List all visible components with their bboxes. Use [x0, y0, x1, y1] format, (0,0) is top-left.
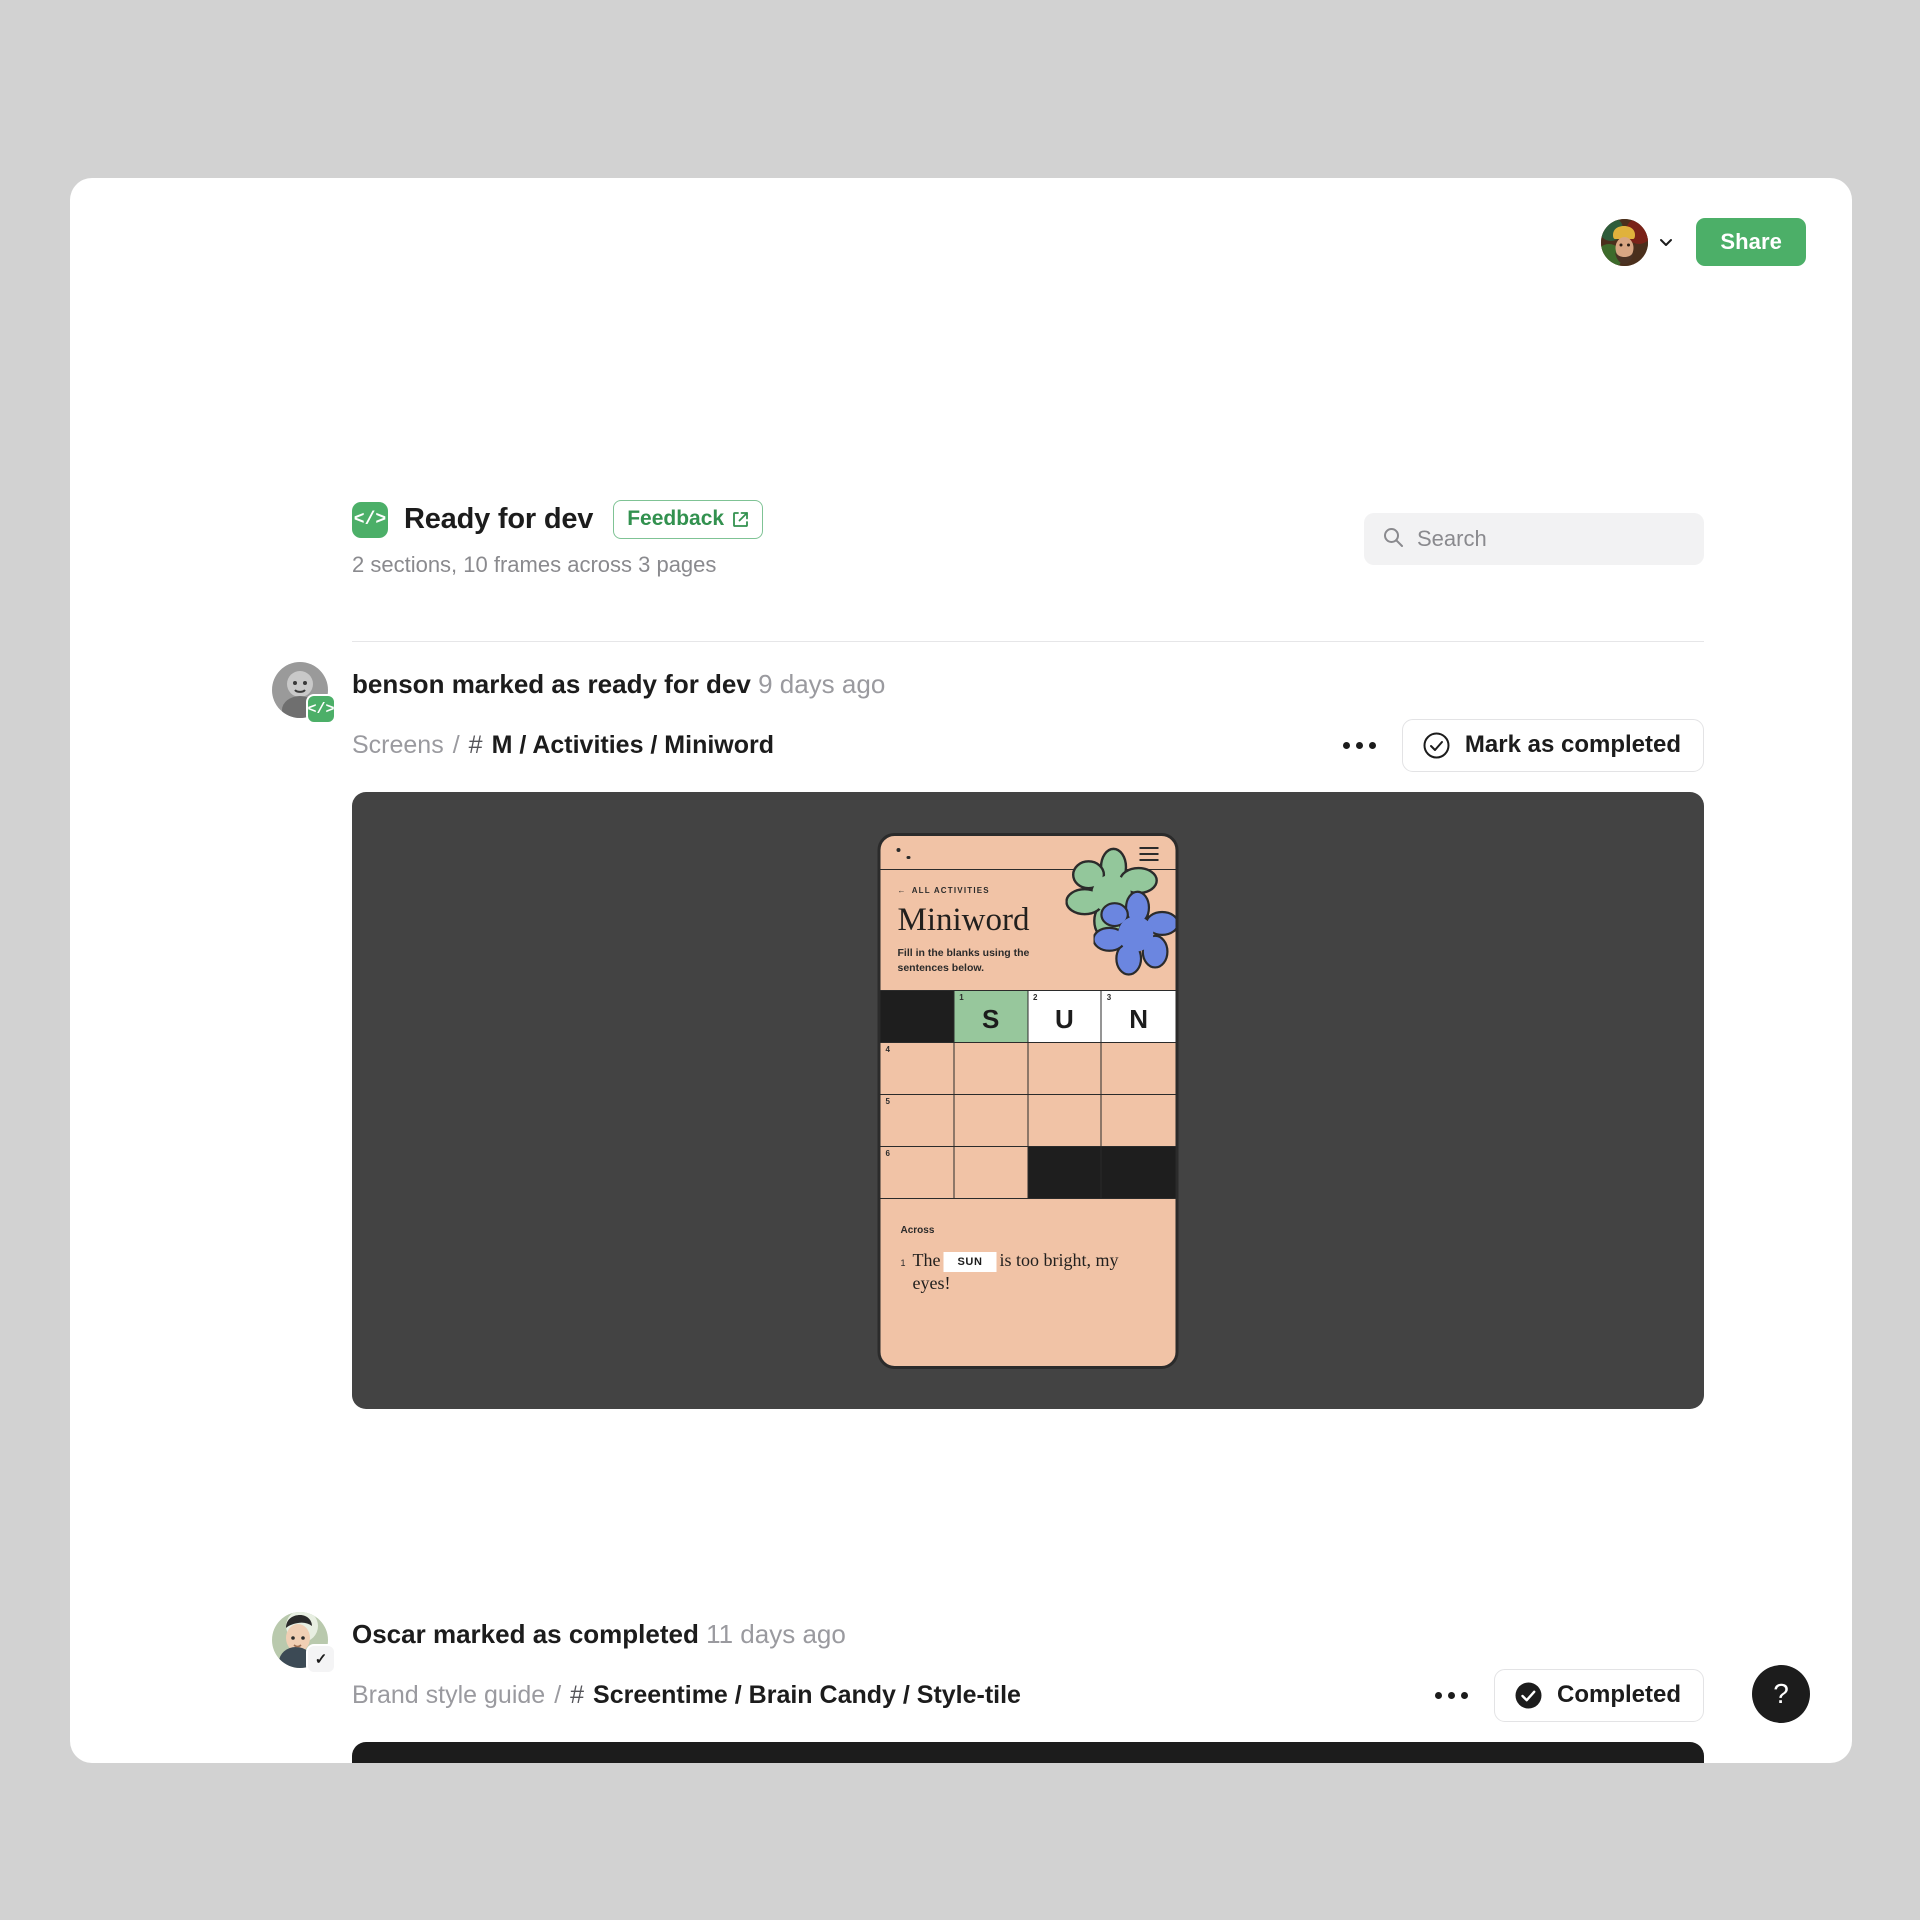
- more-options-button[interactable]: [1429, 1682, 1474, 1709]
- help-button[interactable]: ?: [1752, 1665, 1810, 1723]
- frame-hash-icon: #: [468, 730, 483, 759]
- clue-number: 1: [900, 1258, 906, 1269]
- breadcrumb-path: Screentime / Brain Candy / Style-tile: [593, 1680, 1021, 1709]
- breadcrumb-path: M / Activities / Miniword: [491, 730, 775, 759]
- activity-item: ✓ Oscar marked as completed 11 days ago …: [272, 1612, 1704, 1763]
- crossword-cell-number: 6: [885, 1149, 890, 1159]
- crossword-cell-number: 4: [885, 1045, 890, 1055]
- activity-timestamp: 11 days ago: [706, 1619, 846, 1649]
- activity-actor: Oscar: [352, 1619, 426, 1649]
- status-button-label: Mark as completed: [1464, 731, 1681, 759]
- frame-preview-style-tile[interactable]: B FOR KIDS Doodleville: [352, 1741, 1704, 1763]
- frame-hash-icon: #: [570, 1680, 585, 1709]
- phone-mockup: ← ALL ACTIVITIES Miniword Fill in the bl…: [877, 832, 1179, 1369]
- page-subtitle: 2 sections, 10 frames across 3 pages: [352, 552, 717, 577]
- app-window: Share </> Ready for dev Feedback 2 secti…: [70, 178, 1852, 1763]
- status-dot: [896, 847, 901, 852]
- check-circle-filled-icon: [1514, 1681, 1543, 1710]
- share-button[interactable]: Share: [1696, 218, 1806, 266]
- avatar: [1601, 218, 1649, 266]
- account-menu-button[interactable]: [1601, 218, 1674, 266]
- activity-actor: benson: [352, 669, 445, 699]
- phone-hero: ← ALL ACTIVITIES Miniword Fill in the bl…: [881, 847, 1176, 990]
- crossword-cell: [1101, 1147, 1176, 1200]
- completed-badge-icon: ✓: [306, 1644, 336, 1674]
- breadcrumb[interactable]: Screens / # M / Activities / Miniword: [352, 731, 774, 760]
- feedback-label: Feedback: [627, 507, 725, 530]
- clue-text-before: The: [912, 1250, 941, 1271]
- more-options-button[interactable]: [1337, 732, 1382, 759]
- search-box[interactable]: [1364, 513, 1704, 565]
- crossword-cell[interactable]: 1S: [954, 991, 1028, 1044]
- clues-section: Across 1 The SUN is too bright, my eyes!: [881, 1199, 1176, 1366]
- ready-for-dev-icon: </>: [352, 501, 388, 538]
- clue-item: 1 The SUN is too bright, my eyes!: [901, 1249, 1156, 1296]
- clues-heading: Across: [900, 1225, 935, 1237]
- flower-blob-blue-icon: [1093, 890, 1176, 978]
- activity-avatar-wrap: ✓: [272, 1612, 336, 1674]
- crossword-cell[interactable]: [1028, 1095, 1102, 1148]
- page-header: </> Ready for dev Feedback 2 sections, 1…: [352, 500, 1704, 578]
- crossword-cell-number: 5: [885, 1097, 890, 1107]
- clue-text: The SUN is too bright, my eyes!: [913, 1249, 1156, 1296]
- crossword-cell[interactable]: 3N: [1101, 991, 1176, 1044]
- activity-action: marked as completed: [432, 1619, 699, 1649]
- crossword-cell[interactable]: 4: [880, 1043, 955, 1096]
- crossword-cell: [880, 991, 955, 1044]
- crossword-cell[interactable]: [954, 1147, 1028, 1200]
- crossword-cell-letter: N: [1129, 1004, 1149, 1035]
- clue-answer-chip[interactable]: SUN: [943, 1251, 997, 1273]
- arrow-left-icon: ←: [897, 885, 907, 895]
- crossword-cell[interactable]: [1101, 1043, 1176, 1096]
- search-icon: [1382, 526, 1404, 553]
- page-title: Ready for dev: [404, 503, 594, 535]
- crossword-cell[interactable]: [1101, 1095, 1176, 1148]
- breadcrumb-separator: /: [554, 1680, 562, 1709]
- chevron-down-icon: [1658, 234, 1674, 250]
- crossword-cell-letter: U: [1054, 1004, 1074, 1035]
- crossword-grid[interactable]: 1S2U3N 4 5 6: [880, 990, 1176, 1200]
- external-link-icon: [732, 511, 749, 528]
- crossword-cell-letter: S: [981, 1004, 1000, 1035]
- activity-item: </> benson marked as ready for dev 9 day…: [272, 662, 1704, 1409]
- activity-title: Oscar marked as completed 11 days ago: [352, 1620, 846, 1649]
- ready-for-dev-badge-icon: </>: [306, 694, 336, 724]
- breadcrumb-parent: Brand style guide: [352, 1680, 546, 1709]
- breadcrumb-separator: /: [452, 730, 460, 759]
- crossword-cell[interactable]: 5: [880, 1095, 955, 1148]
- activity-action: marked as ready for dev: [451, 669, 751, 699]
- breadcrumb[interactable]: Brand style guide / # Screentime / Brain…: [352, 1681, 1021, 1710]
- crossword-cell: [1028, 1147, 1102, 1200]
- header-divider: [352, 641, 1704, 642]
- crossword-cell[interactable]: [1028, 1043, 1102, 1096]
- status-dot: [906, 855, 910, 860]
- window-topbar: Share: [1601, 218, 1806, 266]
- crossword-cell[interactable]: 6: [880, 1147, 955, 1200]
- crossword-cell[interactable]: [954, 1095, 1028, 1148]
- frame-preview-miniword[interactable]: ← ALL ACTIVITIES Miniword Fill in the bl…: [352, 791, 1704, 1409]
- back-link-label: ALL ACTIVITIES: [911, 885, 990, 895]
- crossword-cell[interactable]: [954, 1043, 1028, 1096]
- activity-title: benson marked as ready for dev 9 days ag…: [352, 670, 885, 699]
- mark-as-completed-button[interactable]: Mark as completed: [1401, 718, 1704, 772]
- feedback-button[interactable]: Feedback: [613, 500, 764, 539]
- crossword-cell[interactable]: 2U: [1028, 991, 1102, 1044]
- activity-timestamp: 9 days ago: [758, 669, 886, 699]
- search-input[interactable]: [1417, 526, 1686, 552]
- status-button-label: Completed: [1556, 1681, 1681, 1709]
- check-circle-outline-icon: [1422, 731, 1451, 760]
- miniword-description: Fill in the blanks using the sentences b…: [897, 946, 1030, 974]
- activity-avatar-wrap: </>: [272, 662, 336, 724]
- completed-status-button[interactable]: Completed: [1493, 1668, 1704, 1722]
- breadcrumb-parent: Screens: [352, 730, 444, 759]
